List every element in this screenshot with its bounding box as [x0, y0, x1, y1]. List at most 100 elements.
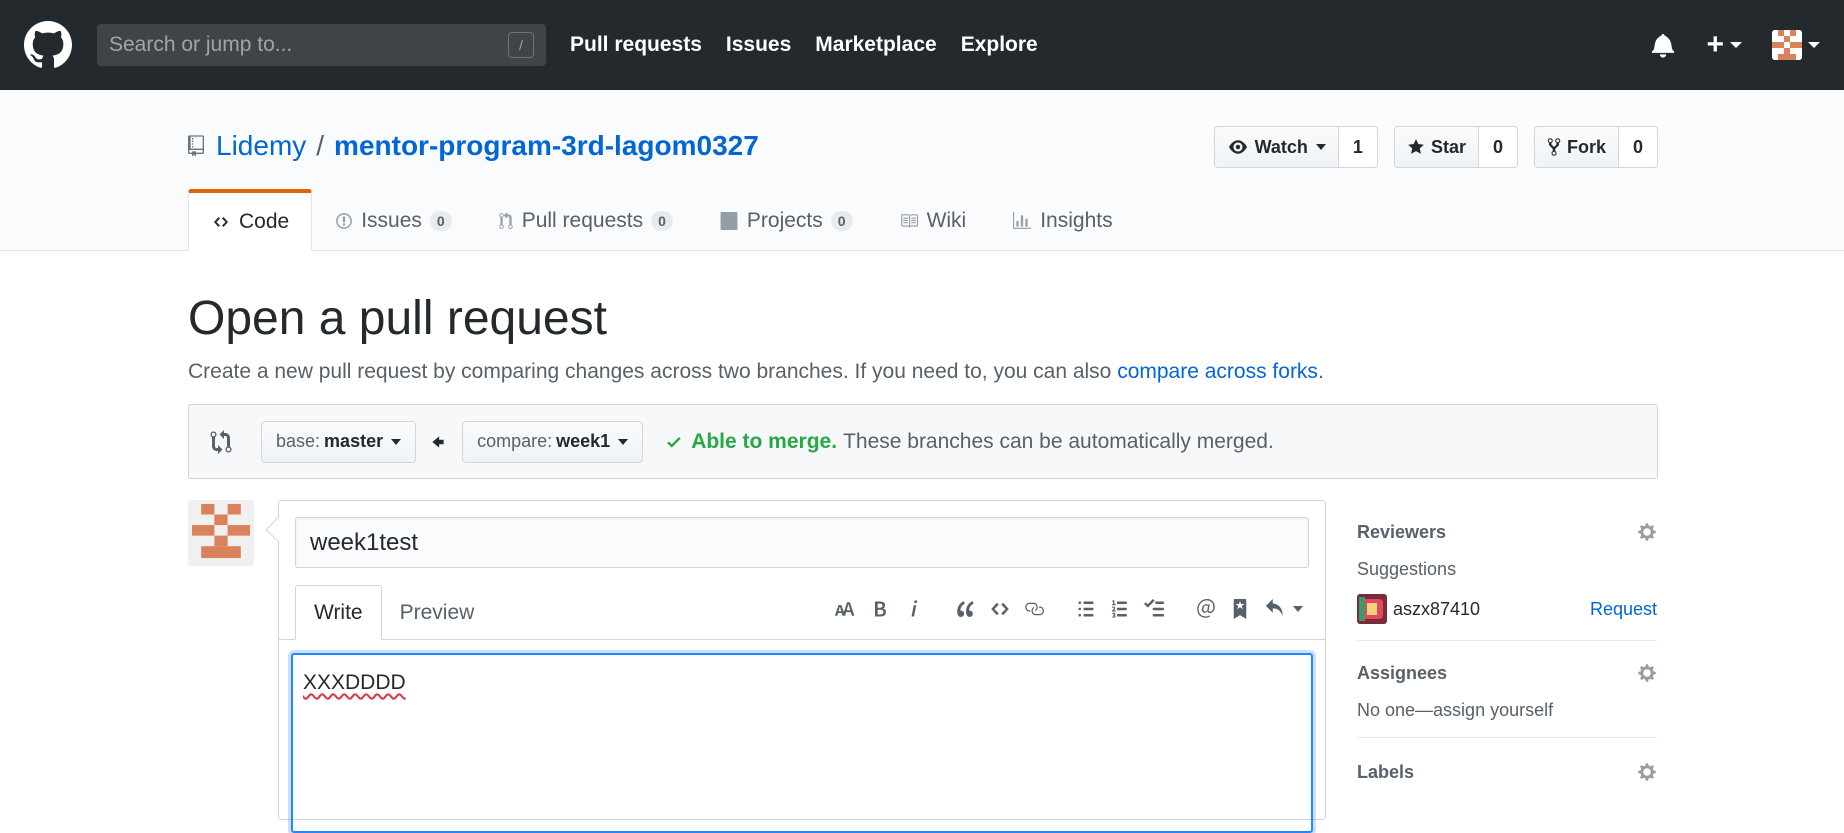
- arrow-left-icon: [432, 435, 444, 448]
- counter-badge: 0: [830, 210, 853, 231]
- code-icon[interactable]: [989, 599, 1011, 619]
- global-search: /: [97, 24, 546, 66]
- git-compare-icon[interactable]: [209, 429, 233, 454]
- repo-title: Lidemy / mentor-program-3rd-lagom0327: [188, 130, 759, 162]
- italic-icon[interactable]: [903, 599, 925, 619]
- reviewers-heading[interactable]: Reviewers: [1357, 500, 1657, 543]
- quote-icon[interactable]: [955, 599, 977, 619]
- tab-preview[interactable]: Preview: [382, 585, 493, 640]
- pr-body-text: XXXDDDD: [303, 671, 406, 694]
- compare-value: week1: [556, 431, 611, 451]
- base-branch-select[interactable]: base: master: [261, 420, 417, 463]
- task-list-icon[interactable]: [1143, 599, 1165, 619]
- pr-sidebar: Reviewers Suggestions aszx87410 Request …: [1357, 500, 1657, 815]
- tab-issues[interactable]: Issues 0: [312, 189, 475, 251]
- chevron-down-icon: [1315, 144, 1326, 150]
- star-icon: [1408, 139, 1424, 154]
- gear-icon[interactable]: [1637, 522, 1657, 542]
- star-button[interactable]: Star: [1394, 127, 1479, 167]
- nav-explore[interactable]: Explore: [961, 33, 1038, 57]
- repo-actions: Watch 1 Star 0 Fork 0: [1198, 126, 1658, 168]
- bold-icon[interactable]: [869, 599, 891, 619]
- range-editor: base: master compare: week1 Able to merg…: [188, 404, 1658, 479]
- chevron-down-icon: [391, 438, 402, 445]
- tab-code[interactable]: Code: [188, 189, 313, 251]
- chevron-down-icon: [1808, 42, 1820, 48]
- book-icon: [900, 213, 918, 228]
- pr-composer: Write Preview XXXDDDD: [278, 500, 1326, 833]
- text-size-icon[interactable]: [833, 600, 857, 618]
- watch-button[interactable]: Watch: [1214, 127, 1339, 167]
- counter-badge: 0: [651, 210, 673, 231]
- tab-label: Issues: [361, 208, 422, 232]
- fork-button[interactable]: Fork: [1534, 127, 1619, 167]
- repo-owner-link[interactable]: Lidemy: [216, 130, 306, 162]
- star-count[interactable]: 0: [1479, 127, 1517, 167]
- bell-icon[interactable]: [1652, 32, 1675, 58]
- labels-heading[interactable]: Labels: [1357, 754, 1657, 783]
- pr-title-input[interactable]: [295, 517, 1309, 568]
- reviewer-name[interactable]: aszx87410: [1393, 599, 1480, 620]
- search-input[interactable]: [109, 33, 489, 57]
- star-control: Star 0: [1393, 126, 1518, 168]
- chevron-down-icon: [618, 438, 629, 445]
- create-new-dropdown[interactable]: +: [1706, 28, 1742, 62]
- project-icon: [720, 211, 738, 230]
- graph-icon: [1013, 211, 1032, 229]
- chevron-down-icon: [1730, 42, 1742, 48]
- repo-icon: [188, 135, 204, 157]
- counter-badge: 0: [429, 210, 452, 231]
- link-icon[interactable]: [1023, 599, 1045, 619]
- tab-label: Insights: [1040, 208, 1113, 232]
- compare-key: compare:: [477, 431, 553, 451]
- nav-issues[interactable]: Issues: [726, 33, 791, 57]
- tab-write[interactable]: Write: [295, 585, 382, 640]
- nav-marketplace[interactable]: Marketplace: [815, 33, 936, 57]
- user-menu[interactable]: [1772, 30, 1820, 60]
- subtitle-text: Create a new pull request by comparing c…: [188, 360, 1118, 383]
- tab-insights[interactable]: Insights: [989, 189, 1135, 251]
- global-header: / Pull requests Issues Marketplace Explo…: [0, 0, 1844, 90]
- github-logo-icon[interactable]: [24, 21, 72, 69]
- avatar[interactable]: [188, 500, 254, 566]
- tab-wiki[interactable]: Wiki: [876, 189, 990, 251]
- watch-count[interactable]: 1: [1339, 127, 1377, 167]
- tab-projects[interactable]: Projects 0: [696, 189, 876, 251]
- tab-label: Code: [239, 210, 290, 233]
- tab-label: Pull requests: [521, 208, 644, 232]
- fork-count[interactable]: 0: [1619, 127, 1657, 167]
- mention-icon[interactable]: [1195, 599, 1217, 619]
- bookmark-icon[interactable]: [1229, 599, 1251, 619]
- assignees-empty-text[interactable]: No one—assign yourself: [1357, 700, 1657, 721]
- assignees-section: Assignees No one—assign yourself: [1357, 653, 1657, 738]
- fork-control: Fork 0: [1533, 126, 1658, 168]
- avatar: [1772, 30, 1802, 60]
- gear-icon[interactable]: [1637, 663, 1657, 683]
- pr-body-textarea[interactable]: XXXDDDD: [291, 653, 1313, 833]
- repo-name-link[interactable]: mentor-program-3rd-lagom0327: [334, 130, 759, 162]
- chevron-down-icon: [1293, 606, 1303, 612]
- ordered-list-icon[interactable]: [1109, 599, 1131, 619]
- assignees-heading[interactable]: Assignees: [1357, 653, 1657, 684]
- page-subtitle: Create a new pull request by comparing c…: [188, 360, 1658, 384]
- fork-icon: [1547, 138, 1561, 156]
- gear-icon[interactable]: [1637, 762, 1657, 782]
- check-icon: [667, 436, 681, 448]
- merge-ok-label: Able to merge.: [691, 429, 838, 453]
- tab-pull-requests[interactable]: Pull requests 0: [475, 189, 696, 251]
- unordered-list-icon[interactable]: [1075, 599, 1097, 619]
- tab-label: Projects: [746, 208, 823, 232]
- compare-branch-select[interactable]: compare: week1: [462, 420, 644, 463]
- search-shortcut-hint: /: [508, 32, 534, 58]
- tabs-divider: [279, 639, 1325, 640]
- reply-icon[interactable]: [1263, 599, 1303, 619]
- base-key: base:: [276, 431, 321, 451]
- nav-pull-requests[interactable]: Pull requests: [570, 33, 702, 57]
- request-review-link[interactable]: Request: [1590, 599, 1657, 620]
- star-label: Star: [1430, 136, 1466, 157]
- suggestions-label: Suggestions: [1357, 559, 1457, 579]
- header-actions: +: [1652, 0, 1820, 90]
- eye-icon: [1228, 140, 1247, 154]
- compare-across-forks-link[interactable]: compare across forks: [1117, 360, 1318, 383]
- code-icon: [214, 217, 228, 227]
